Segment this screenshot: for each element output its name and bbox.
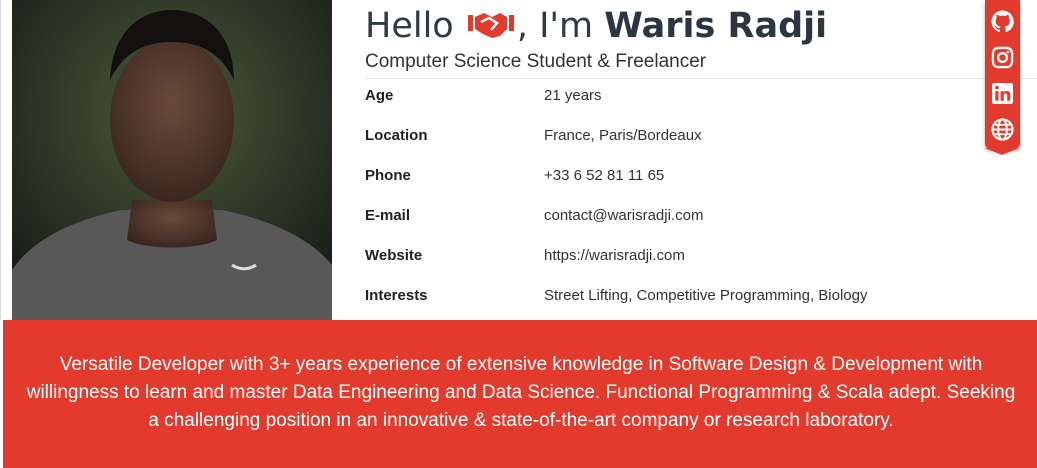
handshake-icon: [467, 7, 515, 39]
info-value: contact@warisradji.com: [544, 207, 704, 224]
left-border: [0, 0, 1, 320]
hero-subtitle: Computer Science Student & Freelancer: [365, 51, 707, 72]
name-text: Waris Radji: [604, 6, 828, 46]
info-value: Street Lifting, Competitive Programming,…: [544, 287, 868, 304]
info-label: Website: [365, 247, 423, 264]
hello-text: Hello: [365, 6, 454, 46]
globe-icon[interactable]: [991, 118, 1014, 141]
info-value: https://warisradji.com: [544, 247, 685, 264]
github-icon[interactable]: [991, 10, 1014, 33]
im-text: , I'm: [516, 6, 594, 46]
info-label: Age: [365, 87, 394, 104]
info-label: Location: [365, 127, 428, 144]
hero-title: Hello , I'm Waris Radji: [365, 4, 827, 48]
header-divider: [365, 78, 1037, 79]
info-label: E-mail: [365, 207, 411, 224]
info-value: 21 years: [544, 87, 602, 104]
summary-text: Versatile Developer with 3+ years experi…: [26, 354, 1016, 431]
summary-banner: Versatile Developer with 3+ years experi…: [3, 320, 1037, 468]
social-links: [985, 0, 1020, 155]
linkedin-icon[interactable]: [991, 82, 1014, 105]
info-label: Phone: [365, 167, 411, 184]
info-value: France, Paris/Bordeaux: [544, 127, 702, 144]
instagram-icon[interactable]: [991, 46, 1014, 69]
info-value: +33 6 52 81 11 65: [544, 167, 665, 184]
info-label: Interests: [365, 287, 428, 304]
profile-photo: [12, 0, 332, 320]
